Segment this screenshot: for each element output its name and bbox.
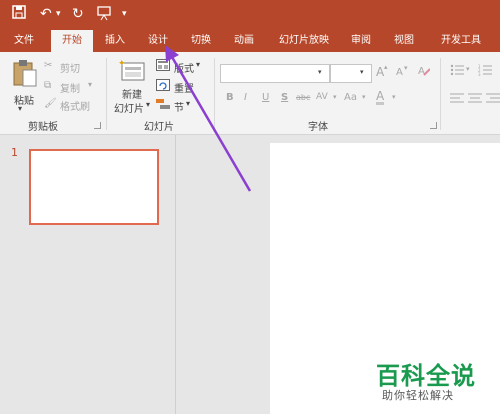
annotation-arrow bbox=[165, 45, 252, 192]
watermark-subtitle: 助你轻松解决 bbox=[382, 389, 454, 402]
watermark-title: 百科全说 bbox=[376, 362, 476, 390]
